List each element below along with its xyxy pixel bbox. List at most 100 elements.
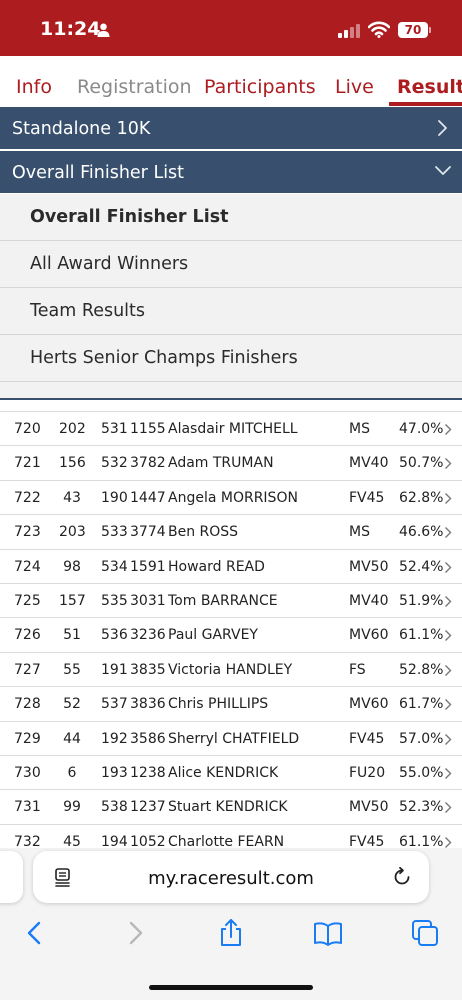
list-selector[interactable]: Overall Finisher List (0, 151, 462, 193)
tab-results[interactable]: Results (397, 76, 462, 98)
table-row[interactable]: 720 202 531 1155 Alasdair MITCHELL MS 47… (0, 411, 462, 445)
browser-toolbar: my.raceresult.com (0, 848, 462, 1000)
cell-category-position: 157 (59, 593, 86, 609)
chevron-right-icon (445, 802, 452, 814)
table-row[interactable]: 726 51 536 3236 Paul GARVEY MV60 61.1% (0, 617, 462, 651)
tab-participants[interactable]: Participants (204, 76, 316, 98)
previous-tab-preview[interactable] (0, 851, 23, 903)
cell-name: Chris PHILLIPS (168, 696, 269, 713)
cell-bib: 1155 (130, 421, 166, 437)
cell-age-grade: 62.8% (399, 489, 444, 506)
cell-bib: 3774 (130, 524, 166, 541)
cell-rank: 730 (14, 765, 41, 781)
cell-bib: 1237 (130, 799, 166, 816)
chevron-right-icon (445, 699, 452, 711)
back-icon[interactable] (20, 918, 50, 948)
chevron-right-icon (445, 424, 452, 435)
table-row[interactable]: 730 6 193 1238 Alice KENDRICK FU20 55.0% (0, 755, 462, 789)
person-icon (97, 23, 110, 37)
cell-rank: 721 (14, 455, 41, 472)
cell-category-position: 203 (59, 524, 86, 541)
cell-age-grade: 52.4% (399, 558, 444, 575)
cell-rank: 725 (14, 593, 41, 609)
table-row[interactable]: 731 99 538 1237 Stuart KENDRICK MV50 52.… (0, 789, 462, 823)
cell-name: Ben ROSS (168, 524, 239, 541)
table-row[interactable]: 729 44 192 3586 Sherryl CHATFIELD FV45 5… (0, 720, 462, 755)
cell-age-grade: 55.0% (399, 765, 444, 781)
chevron-right-icon (445, 664, 452, 676)
cell-category-position: 98 (63, 558, 81, 575)
chevron-right-icon (445, 836, 452, 848)
divider (0, 398, 462, 400)
table-row[interactable]: 724 98 534 1591 Howard READ MV50 52.4% (0, 548, 462, 583)
share-icon[interactable] (216, 918, 246, 948)
chevron-right-icon (445, 561, 452, 573)
cell-age-grade: 46.6% (399, 524, 444, 541)
active-tab-indicator (389, 102, 462, 106)
table-row[interactable]: 722 43 190 1447 Angela MORRISON FV45 62.… (0, 479, 462, 514)
table-row[interactable]: 728 52 537 3836 Chris PHILLIPS MV60 61.7… (0, 686, 462, 720)
cell-age-grade: 50.7% (399, 455, 444, 472)
list-dropdown: Overall Finisher List All Award Winners … (0, 194, 462, 400)
cell-gender-position: 532 (101, 455, 128, 472)
chevron-right-icon (445, 492, 452, 504)
cell-age-group: MV40 (349, 455, 389, 472)
cell-name: Sherryl CHATFIELD (168, 730, 300, 747)
table-row[interactable]: 723 203 533 3774 Ben ROSS MS 46.6% (0, 514, 462, 548)
cell-category-position: 202 (59, 421, 86, 437)
cell-rank: 727 (14, 661, 41, 678)
cell-age-grade: 52.3% (399, 799, 444, 816)
table-row[interactable]: 732 45 194 1052 Charlotte FEARN FV45 61.… (0, 823, 462, 848)
cell-category-position: 51 (63, 627, 81, 644)
table-row[interactable]: 727 55 191 3835 Victoria HANDLEY FS 52.8… (0, 651, 462, 686)
dropdown-item-herts-senior[interactable]: Herts Senior Champs Finishers (0, 335, 462, 382)
cell-rank: 729 (14, 730, 41, 747)
cell-gender-position: 193 (101, 765, 128, 781)
cell-bib: 3586 (130, 730, 166, 747)
cell-age-grade: 52.8% (399, 661, 444, 678)
chevron-right-icon (438, 120, 447, 136)
cell-age-grade: 51.9% (399, 593, 444, 609)
dropdown-item-team-results[interactable]: Team Results (0, 288, 462, 335)
home-indicator[interactable] (149, 985, 313, 990)
forward-icon[interactable] (120, 918, 150, 948)
cell-category-position: 43 (63, 489, 81, 506)
bookmarks-icon[interactable] (313, 918, 343, 948)
race-selector[interactable]: Standalone 10K (0, 107, 462, 149)
table-row[interactable]: 721 156 532 3782 Adam TRUMAN MV40 50.7% (0, 445, 462, 479)
tab-live[interactable]: Live (335, 76, 374, 98)
tab-registration[interactable]: Registration (77, 76, 192, 98)
cell-gender-position: 536 (101, 627, 128, 644)
cell-age-grade: 61.7% (399, 696, 444, 713)
cell-gender-position: 194 (101, 833, 128, 848)
cell-gender-position: 538 (101, 799, 128, 816)
cell-category-position: 52 (63, 696, 81, 713)
reload-icon[interactable] (391, 866, 413, 888)
cell-name: Adam TRUMAN (168, 455, 274, 472)
battery-indicator: 70 (398, 22, 428, 38)
status-bar: 11:24 70 (0, 0, 462, 56)
cell-rank: 724 (14, 558, 41, 575)
cell-rank: 731 (14, 799, 41, 816)
cell-age-grade: 61.1% (399, 627, 444, 644)
tabs-icon[interactable] (410, 918, 440, 948)
address-bar[interactable]: my.raceresult.com (33, 851, 429, 903)
cell-rank: 723 (14, 524, 41, 541)
cell-age-group: FV45 (349, 833, 385, 848)
tab-info[interactable]: Info (16, 76, 52, 98)
dropdown-item-overall[interactable]: Overall Finisher List (0, 194, 462, 241)
table-row[interactable]: 725 157 535 3031 Tom BARRANCE MV40 51.9% (0, 583, 462, 617)
cell-category-position: 99 (63, 799, 81, 816)
cell-category-position: 55 (63, 661, 81, 678)
cell-age-group: MV50 (349, 799, 389, 816)
url-text[interactable]: my.raceresult.com (33, 868, 429, 889)
dropdown-item-award-winners[interactable]: All Award Winners (0, 241, 462, 288)
cell-name: Alasdair MITCHELL (168, 421, 298, 437)
cell-name: Tom BARRANCE (168, 593, 278, 609)
dropdown-item-label: All Award Winners (30, 254, 189, 274)
cell-rank: 732 (14, 833, 41, 848)
cell-rank: 726 (14, 627, 41, 644)
cell-bib: 1591 (130, 558, 166, 575)
cell-age-group: FS (349, 661, 366, 678)
cell-gender-position: 191 (101, 661, 128, 678)
